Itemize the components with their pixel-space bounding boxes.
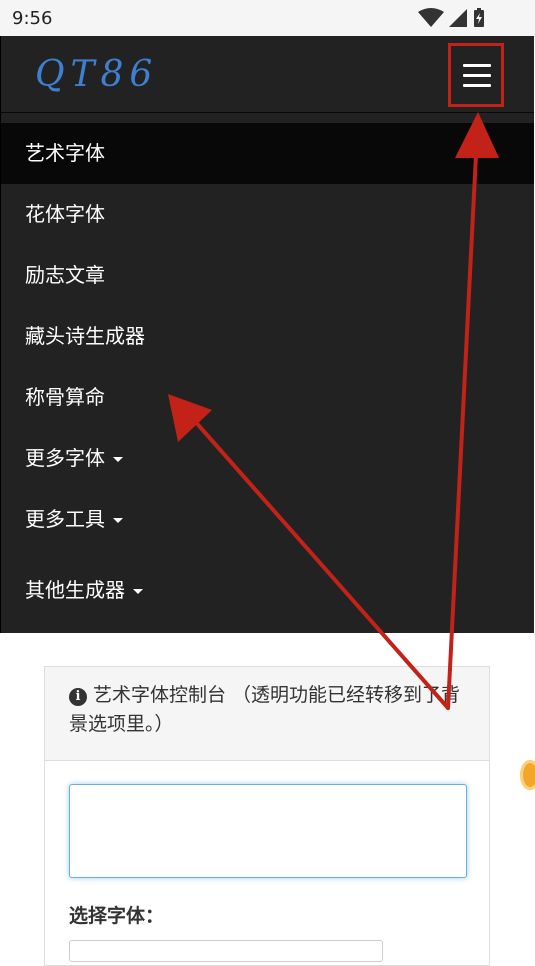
menu-item-acrostic[interactable]: 藏头诗生成器	[1, 306, 534, 367]
status-time: 9:56	[12, 8, 53, 29]
menu-item-flower-fonts[interactable]: 花体字体	[1, 184, 534, 245]
caret-down-icon	[113, 518, 123, 523]
hamburger-icon-bar	[463, 74, 491, 77]
hamburger-icon-bar	[463, 84, 491, 87]
text-input[interactable]	[69, 784, 467, 878]
status-bar: 9:56	[0, 0, 535, 36]
panel-heading-text: 艺术字体控制台 （透明功能已经转移到了背景选项里。）	[69, 684, 461, 735]
nav-menu: 艺术字体 花体字体 励志文章 藏头诗生成器 称骨算命 更多字体 更多工具 其他生…	[0, 113, 534, 633]
menu-item-label: 更多字体	[25, 446, 105, 470]
menu-item-label: 花体字体	[25, 202, 105, 226]
menu-item-label: 更多工具	[25, 507, 105, 531]
menu-item-label: 称骨算命	[25, 385, 105, 409]
menu-item-label: 藏头诗生成器	[25, 324, 145, 348]
caret-down-icon	[113, 457, 123, 462]
info-icon: i	[69, 688, 87, 706]
menu-item-other-generators[interactable]: 其他生成器	[1, 560, 534, 621]
caret-down-icon	[133, 589, 143, 594]
wifi-icon	[418, 8, 444, 27]
menu-item-label: 艺术字体	[25, 141, 105, 165]
status-icons	[418, 8, 484, 27]
font-select-label: 选择字体：	[69, 905, 165, 927]
menu-item-more-fonts[interactable]: 更多字体	[1, 428, 534, 489]
menu-item-art-fonts[interactable]: 艺术字体	[1, 123, 534, 184]
menu-item-fortune[interactable]: 称骨算命	[1, 367, 534, 428]
panel-heading: i 艺术字体控制台 （透明功能已经转移到了背景选项里。）	[45, 667, 489, 761]
font-select[interactable]	[69, 940, 383, 962]
gear-icon	[520, 760, 535, 790]
menu-item-label: 其他生成器	[25, 578, 125, 602]
battery-icon	[474, 8, 484, 27]
site-logo[interactable]: QT86	[35, 54, 158, 95]
menu-item-more-tools[interactable]: 更多工具	[1, 489, 534, 550]
menu-toggle-button[interactable]	[448, 43, 504, 107]
signal-icon	[449, 9, 467, 27]
hamburger-icon-bar	[463, 64, 491, 67]
art-font-console-panel: i 艺术字体控制台 （透明功能已经转移到了背景选项里。） 选择字体：	[44, 666, 490, 966]
menu-item-inspiration[interactable]: 励志文章	[1, 245, 534, 306]
menu-item-label: 励志文章	[25, 263, 105, 287]
